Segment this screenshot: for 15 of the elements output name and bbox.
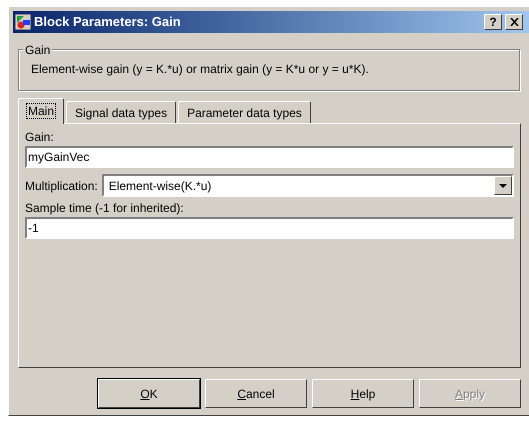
dialog-button[interactable]: Cancel [205, 379, 307, 408]
tab[interactable]: Main [18, 98, 64, 124]
dialog-button[interactable]: OK [98, 379, 200, 408]
dropdown-field[interactable]: Element-wise(K.*u) [102, 174, 514, 197]
tab[interactable]: Signal data types [66, 101, 176, 123]
field-label: Sample time (-1 for inherited): [25, 200, 185, 217]
dialog-button[interactable]: Help [312, 379, 414, 408]
input-field[interactable]: myGainVec [25, 146, 514, 168]
help-button[interactable]: ? [484, 14, 502, 30]
input-field[interactable]: -1 [25, 217, 514, 239]
field-label: Gain: [25, 129, 55, 146]
field-label: Multiplication: [25, 178, 98, 194]
window-title: Block Parameters: Gain [34, 13, 182, 32]
description-text: Element-wise gain (y = K.*u) or matrix gain (y = K*u or y = u*K). [31, 62, 369, 76]
tab[interactable]: Parameter data types [178, 101, 311, 123]
